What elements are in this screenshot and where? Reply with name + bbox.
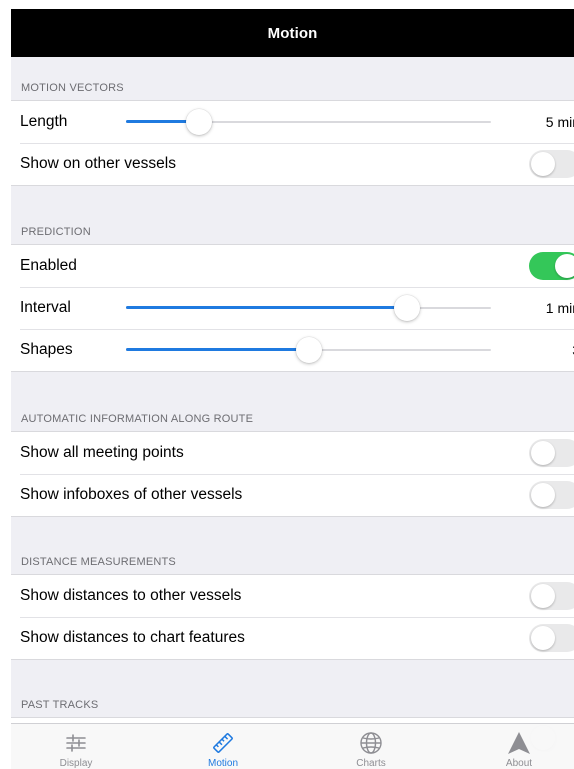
distances-other-vessels-toggle[interactable] [529,582,574,610]
tab-motion[interactable]: Motion [163,724,283,769]
nav-title: Motion [267,24,318,42]
section-header-motion-vectors: MOTION VECTORS [11,76,574,100]
enabled-toggle[interactable] [529,252,574,280]
group-prediction: Enabled Interval 1 min Shapes 3 [11,244,574,372]
distances-chart-features-label: Show distances to chart features [20,629,245,646]
row-length: Length 5 min [11,101,574,143]
toggle-knob [531,584,555,608]
section-title: PREDICTION [21,226,91,238]
section-title: DISTANCE MEASUREMENTS [21,556,176,568]
settings-screen: Motion MOTION VECTORS Length 5 min Show … [11,9,574,769]
section-header-distance: DISTANCE MEASUREMENTS [11,550,574,574]
tab-about-label: About [505,758,533,769]
section-header-automatic-info: AUTOMATIC INFORMATION ALONG ROUTE [11,407,574,431]
interval-label: Interval [20,299,71,316]
distances-other-vessels-label: Show distances to other vessels [20,587,242,604]
tab-charts-label: Charts [356,758,386,769]
shapes-label: Shapes [20,341,73,358]
slider-thumb[interactable] [296,337,322,363]
tab-motion-label: Motion [207,758,238,769]
meeting-points-label: Show all meeting points [20,444,184,461]
infoboxes-toggle[interactable] [529,481,574,509]
row-distances-chart-features: Show distances to chart features [11,617,574,659]
toggle-knob [531,483,555,507]
tab-display[interactable]: Display [16,724,136,769]
slider-fill [126,348,309,351]
show-other-vessels-toggle[interactable] [529,150,574,178]
shapes-slider[interactable] [126,336,491,364]
slider-thumb[interactable] [186,109,212,135]
length-label: Length [20,113,68,130]
row-meeting-points: Show all meeting points [11,432,574,474]
globe-icon [360,732,382,754]
row-show-other-vessels: Show on other vessels [11,143,574,185]
toggle-knob [531,626,555,650]
ruler-icon [213,733,233,753]
row-infoboxes: Show infoboxes of other vessels [11,474,574,516]
section-header-prediction: PREDICTION [11,220,574,244]
sliders-icon [66,734,86,752]
row-enabled: Enabled [11,245,574,287]
slider-thumb[interactable] [394,295,420,321]
tab-about[interactable]: About [459,724,574,769]
enabled-label: Enabled [20,257,77,274]
row-interval: Interval 1 min [11,287,574,329]
row-distances-other-vessels: Show distances to other vessels [11,575,574,617]
toggle-knob [555,254,574,278]
group-automatic-info: Show all meeting points Show infoboxes o… [11,431,574,517]
group-distance: Show distances to other vessels Show dis… [11,574,574,660]
tab-charts[interactable]: Charts [311,724,431,769]
length-slider[interactable] [126,108,491,136]
tab-display-label: Display [59,758,93,769]
length-value: 5 min [545,114,574,130]
tab-bar: Display Motion Charts About [11,723,574,769]
section-title: AUTOMATIC INFORMATION ALONG ROUTE [21,413,254,425]
toggle-knob [531,441,555,465]
nav-bar: Motion [11,9,574,57]
section-header-past-tracks: PAST TRACKS [11,693,574,717]
infoboxes-label: Show infoboxes of other vessels [20,486,243,503]
meeting-points-toggle[interactable] [529,439,574,467]
group-motion-vectors: Length 5 min Show on other vessels [11,100,574,186]
toggle-knob [531,152,555,176]
row-shapes: Shapes 3 [11,329,574,371]
distances-chart-features-toggle[interactable] [529,624,574,652]
interval-slider[interactable] [126,294,491,322]
interval-value: 1 min [545,300,574,316]
section-title: PAST TRACKS [21,699,99,711]
show-other-vessels-label: Show on other vessels [20,155,176,172]
navigation-arrow-icon [508,732,530,754]
section-title: MOTION VECTORS [21,82,124,94]
slider-fill [126,306,407,309]
